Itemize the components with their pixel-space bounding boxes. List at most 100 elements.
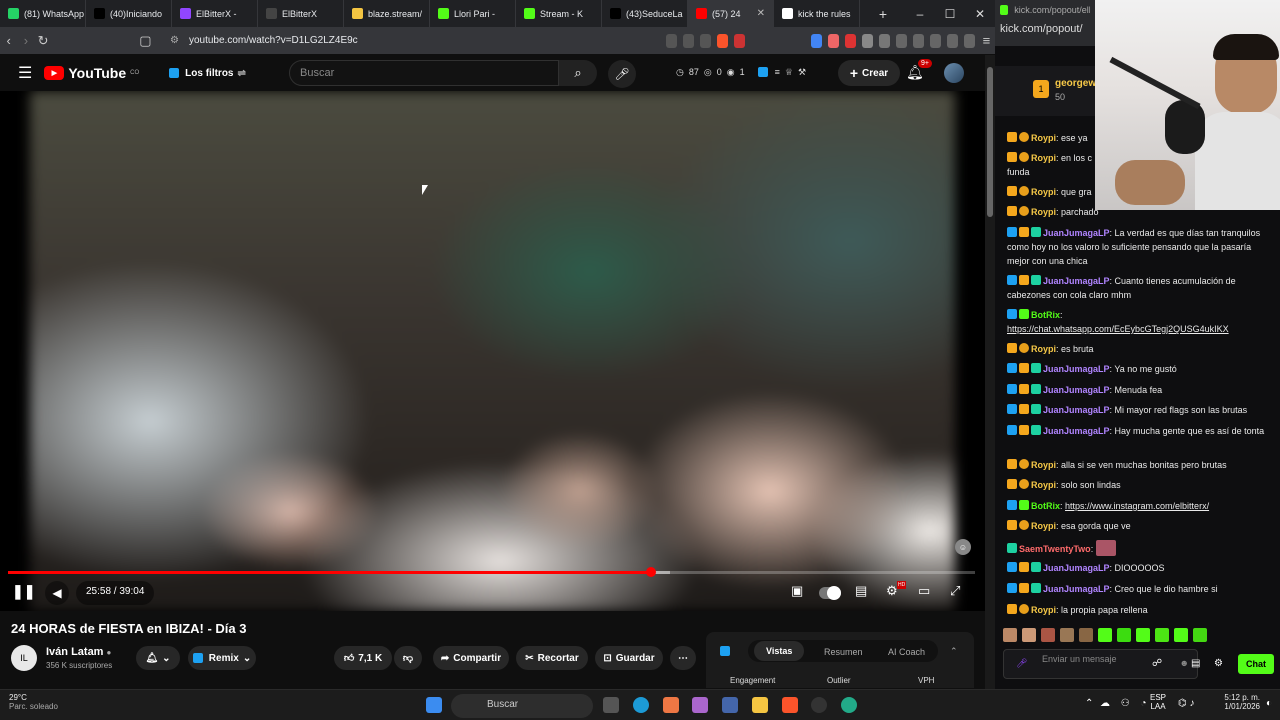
- reload-icon[interactable]: ↻: [35, 33, 52, 49]
- task-view-icon[interactable]: [603, 697, 619, 713]
- chat-username[interactable]: JuanJumagaLP: [1043, 584, 1110, 594]
- volume-icon[interactable]: ◀︎: [45, 581, 69, 605]
- vidiq-icon[interactable]: [757, 67, 768, 77]
- progress-scrubber[interactable]: [646, 567, 657, 577]
- minimize-icon[interactable]: –: [905, 7, 935, 21]
- miniplayer-icon[interactable]: ▭: [918, 583, 930, 599]
- weather-widget[interactable]: 29°C Parc. soleado: [9, 693, 58, 711]
- hamburger-menu-icon[interactable]: ☰: [18, 63, 32, 83]
- pinned-user[interactable]: georgew: [1055, 78, 1096, 89]
- chat-username[interactable]: JuanJumagaLP: [1043, 364, 1110, 374]
- subtitles-icon[interactable]: ▤: [855, 583, 867, 599]
- maximize-icon[interactable]: ☐: [935, 7, 965, 21]
- dislike-button[interactable]: 👎︎: [394, 646, 422, 670]
- browser-tab[interactable]: kick the rules: [774, 0, 860, 27]
- users-icon[interactable]: ☍: [1152, 658, 1162, 669]
- save-button[interactable]: ⊡ Guardar: [595, 646, 663, 670]
- chat-username[interactable]: Roypi: [1031, 605, 1056, 615]
- sidebar-icon[interactable]: [912, 33, 924, 48]
- notification-center-icon[interactable]: ◐: [1266, 698, 1272, 709]
- more-actions-button[interactable]: ⋯: [670, 646, 696, 670]
- tab-resumen[interactable]: Resumen: [824, 647, 863, 657]
- chat-username[interactable]: Roypi: [1031, 460, 1056, 470]
- list-icon[interactable]: ≡: [775, 67, 780, 78]
- chat-message-input[interactable]: 🎤︎ Enviar un mensaje ☻: [1003, 649, 1198, 679]
- browser-tab[interactable]: Llori Pari -: [430, 0, 516, 27]
- edit-icon[interactable]: [683, 33, 695, 48]
- ambient-mode-icon[interactable]: ☺: [955, 539, 971, 555]
- vidiq-player-icon[interactable]: ▣: [791, 583, 803, 599]
- edge-beta-icon[interactable]: [841, 697, 857, 713]
- browser-tab[interactable]: (43)SeduceLa: [602, 0, 688, 27]
- brave-shield-icon[interactable]: [717, 33, 729, 48]
- progress-bar[interactable]: [8, 567, 975, 577]
- chat-username[interactable]: SaemTwentyTwo: [1019, 544, 1091, 554]
- share-button[interactable]: ➦ Compartir: [433, 646, 509, 670]
- site-info-icon[interactable]: ⚙: [170, 35, 179, 46]
- tray-icons[interactable]: ☁ ⚇ ◔: [1100, 698, 1151, 709]
- copilot-icon[interactable]: [692, 697, 708, 713]
- brave-rewards-icon[interactable]: [734, 33, 745, 48]
- chat-username[interactable]: Roypi: [1031, 133, 1056, 143]
- chat-link[interactable]: https://chat.whatsapp.com/EcEybcGTegj2QU…: [1007, 324, 1229, 334]
- emote-icon[interactable]: [1155, 628, 1169, 642]
- youtube-scrollbar[interactable]: [985, 55, 995, 689]
- collapse-icon[interactable]: ⌃: [950, 646, 958, 657]
- extensions-icon[interactable]: [929, 33, 941, 48]
- autoplay-toggle[interactable]: [819, 586, 841, 600]
- emote-icon[interactable]: [1079, 628, 1093, 642]
- emoji-icon[interactable]: ☻: [1180, 658, 1189, 668]
- obs-icon[interactable]: [811, 697, 827, 713]
- extension-translate-icon[interactable]: [811, 33, 822, 48]
- chat-username[interactable]: JuanJumagaLP: [1043, 563, 1110, 573]
- youtube-logo[interactable]: ▶ YouTube CO: [44, 65, 139, 81]
- tray-chevron-icon[interactable]: ⌃: [1085, 698, 1093, 709]
- wallet-icon[interactable]: [946, 33, 958, 48]
- back-icon[interactable]: ‹: [0, 33, 17, 48]
- gift-icon[interactable]: ▤: [1191, 658, 1200, 669]
- forward-icon[interactable]: ›: [17, 33, 34, 48]
- chat-username[interactable]: Roypi: [1031, 521, 1056, 531]
- extension-stats[interactable]: ◷ 87 ◎ 0 ◉ 1 ≡ ♕ ⚒: [676, 67, 806, 78]
- channel-name[interactable]: Iván Latam ●: [46, 646, 111, 658]
- tab-vistas[interactable]: Vistas: [754, 641, 805, 661]
- filters-button[interactable]: Los filtros ⇌: [169, 68, 246, 79]
- emote-icon[interactable]: [1022, 628, 1036, 642]
- emote-icon[interactable]: [1098, 628, 1112, 642]
- extension-box-icon[interactable]: [878, 33, 890, 48]
- kick-popout-url-2[interactable]: kick.com/popout/: [1000, 23, 1090, 35]
- clip-button[interactable]: ✂ Recortar: [516, 646, 588, 670]
- browser-tab[interactable]: ElBitterX -: [172, 0, 258, 27]
- system-clock[interactable]: 5:12 p. m. 1/01/2026: [1210, 693, 1260, 711]
- file-explorer-icon[interactable]: [752, 697, 768, 713]
- chat-username[interactable]: JuanJumagaLP: [1043, 426, 1110, 436]
- bookmark-icon[interactable]: ▢: [137, 33, 154, 49]
- language-indicator[interactable]: ESP LAA: [1150, 693, 1166, 711]
- emote-icon[interactable]: [1003, 628, 1017, 642]
- channel-avatar[interactable]: IL: [11, 645, 37, 671]
- chat-username[interactable]: Roypi: [1031, 344, 1056, 354]
- search-input[interactable]: Buscar: [289, 60, 559, 86]
- trophy-icon[interactable]: ♕: [785, 67, 793, 78]
- emote-icon[interactable]: [1041, 628, 1055, 642]
- windows-start-icon[interactable]: [426, 697, 442, 713]
- account-avatar[interactable]: [944, 63, 964, 83]
- video-player[interactable]: ☺ ❚❚ ◀︎ 25:58 / 39:04 ▣ ▤ ⚙ HD ▭ ⤢: [0, 91, 985, 611]
- chat-username[interactable]: JuanJumagaLP: [1043, 405, 1110, 415]
- edge-icon[interactable]: [633, 697, 649, 713]
- menu-icon[interactable]: ≡: [978, 33, 995, 48]
- browser-tab[interactable]: blaze.stream/: [344, 0, 430, 27]
- network-volume-battery-icons[interactable]: ⌬ ♪: [1178, 698, 1195, 709]
- video-frame[interactable]: [30, 91, 955, 611]
- chat-username[interactable]: Roypi: [1031, 207, 1056, 217]
- address-bar[interactable]: ⚙ youtube.com/watch?v=D1LG2LZ4E9c: [162, 31, 493, 51]
- chat-username[interactable]: JuanJumagaLP: [1043, 276, 1110, 286]
- chat-username[interactable]: Roypi: [1031, 187, 1056, 197]
- tool-icon[interactable]: ⚒: [798, 67, 806, 78]
- chat-settings-icon[interactable]: ⚙: [1214, 658, 1223, 669]
- browser-tab[interactable]: ElBitterX: [258, 0, 344, 27]
- emote-icon[interactable]: [1136, 628, 1150, 642]
- create-button[interactable]: + Crear: [838, 60, 900, 86]
- taskbar-search[interactable]: Buscar: [451, 694, 593, 718]
- browser-tab[interactable]: (81) WhatsApp: [0, 0, 86, 27]
